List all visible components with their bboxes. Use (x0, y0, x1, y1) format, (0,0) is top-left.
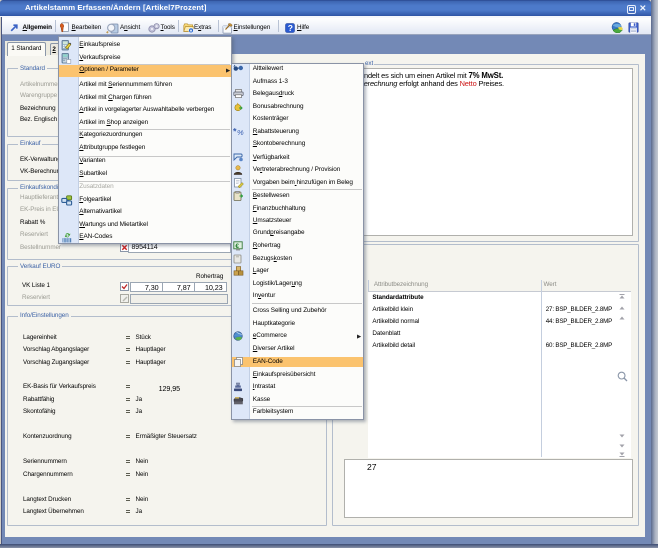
svg-text:?: ? (288, 23, 293, 33)
svg-text:€: € (235, 242, 239, 249)
svg-text:%: % (237, 128, 244, 136)
